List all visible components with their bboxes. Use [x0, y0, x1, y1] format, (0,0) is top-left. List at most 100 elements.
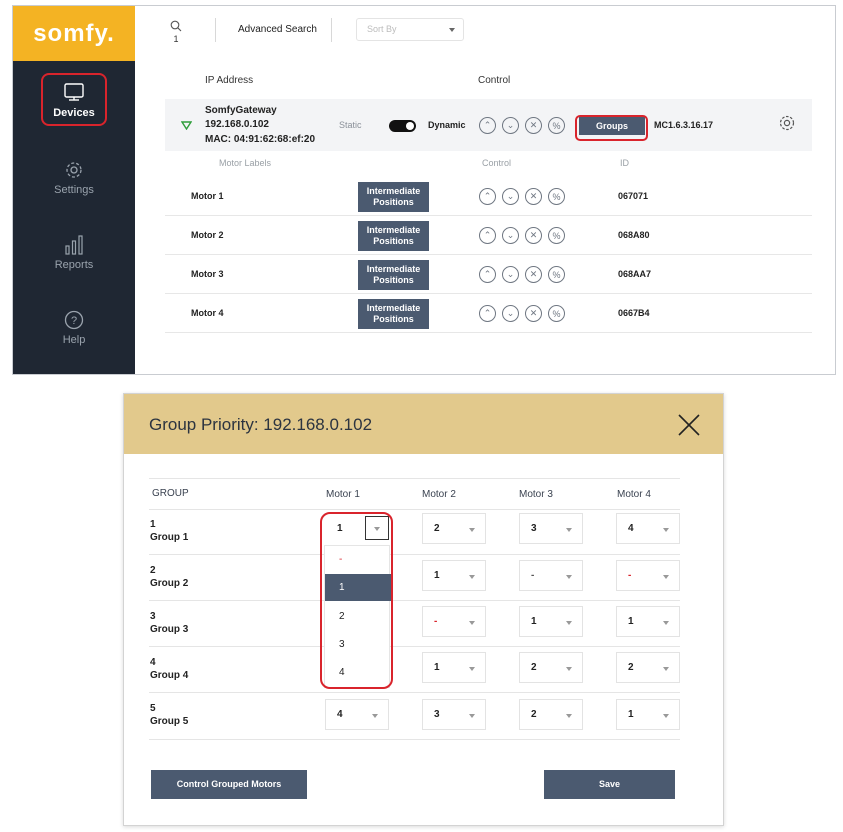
priority-select[interactable]: - [422, 606, 486, 637]
divider [149, 600, 680, 601]
expand-triangle-icon[interactable] [181, 121, 192, 130]
down-button[interactable]: ⌄ [502, 227, 519, 244]
select-value: - [434, 616, 438, 627]
group-column-header: GROUP [152, 488, 189, 499]
intermediate-positions-button[interactable]: Intermediate Positions [358, 221, 429, 251]
button-label: Intermediate [366, 264, 421, 274]
button-label: Positions [373, 236, 414, 246]
save-button[interactable]: Save [544, 770, 675, 799]
divider [149, 554, 680, 555]
close-icon[interactable] [677, 413, 701, 437]
stop-button[interactable]: ✕ [525, 305, 542, 322]
motor-column-header: Motor 2 [422, 489, 456, 500]
close-icon: ✕ [529, 191, 538, 201]
stop-button[interactable]: ✕ [525, 188, 542, 205]
percent-icon: % [552, 308, 561, 319]
chevron-down-icon [566, 667, 572, 671]
percent-button[interactable]: % [548, 227, 565, 244]
stop-button[interactable]: ✕ [525, 227, 542, 244]
static-label: Static [339, 120, 362, 130]
search-button[interactable]: 1 [169, 20, 183, 44]
motor-row: Motor 4 Intermediate Positions ⌃ ⌄ ✕ % 06… [165, 294, 812, 333]
percent-icon: % [552, 120, 561, 131]
priority-select[interactable]: 1 [616, 699, 680, 730]
select-value: 2 [434, 523, 440, 534]
sidebar-item-help[interactable]: ? Help [13, 310, 135, 346]
control-grouped-motors-button[interactable]: Control Grouped Motors [151, 770, 307, 799]
percent-button[interactable]: % [548, 188, 565, 205]
up-button[interactable]: ⌃ [479, 188, 496, 205]
sidebar-item-reports[interactable]: Reports [13, 235, 135, 271]
gateway-name: SomfyGateway [205, 105, 277, 116]
intermediate-positions-button[interactable]: Intermediate Positions [358, 299, 429, 329]
divider [331, 18, 332, 42]
group-number: 5 [150, 703, 156, 714]
group-number: 2 [150, 565, 156, 576]
priority-select[interactable]: 2 [519, 652, 583, 683]
chevron-down-icon [566, 528, 572, 532]
priority-select[interactable]: - [616, 560, 680, 591]
up-button[interactable]: ⌃ [479, 305, 496, 322]
percent-button[interactable]: % [548, 266, 565, 283]
motor-row: Motor 2 Intermediate Positions ⌃ ⌄ ✕ % 06… [165, 216, 812, 255]
down-button[interactable]: ⌄ [502, 117, 519, 134]
select-value: 1 [434, 570, 440, 581]
sort-by-select[interactable]: Sort By [356, 18, 464, 41]
chevron-down-icon [449, 28, 455, 32]
intermediate-positions-button[interactable]: Intermediate Positions [358, 260, 429, 290]
chevron-down-icon [469, 575, 475, 579]
priority-select[interactable]: 1 [422, 560, 486, 591]
sidebar-item-settings[interactable]: Settings [13, 160, 135, 196]
close-icon: ✕ [529, 269, 538, 279]
up-button[interactable]: ⌃ [479, 117, 496, 134]
priority-select[interactable]: 4 [616, 513, 680, 544]
sub-header-control: Control [482, 158, 512, 168]
button-label: Intermediate [366, 303, 421, 313]
stop-button[interactable]: ✕ [525, 117, 542, 134]
toggle-knob [406, 122, 414, 130]
select-value: 1 [628, 616, 634, 627]
gateway-ip: 192.168.0.102 [205, 119, 269, 130]
firmware-version: MC1.6.3.16.17 [654, 120, 714, 130]
static-dynamic-toggle[interactable] [389, 120, 416, 132]
motor-column-header: Motor 1 [326, 489, 360, 500]
motor-controls: ⌃ ⌄ ✕ % [479, 227, 565, 244]
intermediate-positions-button[interactable]: Intermediate Positions [358, 182, 429, 212]
close-icon: ✕ [529, 308, 538, 318]
select-value: 1 [531, 616, 537, 627]
search-icon [170, 20, 182, 32]
sidebar-item-label: Settings [54, 184, 94, 196]
motor-controls: ⌃ ⌄ ✕ % [479, 305, 565, 322]
priority-select[interactable]: 3 [422, 699, 486, 730]
down-button[interactable]: ⌄ [502, 188, 519, 205]
chevron-down-icon: ⌄ [506, 230, 515, 240]
up-button[interactable]: ⌃ [479, 266, 496, 283]
stop-button[interactable]: ✕ [525, 266, 542, 283]
priority-select[interactable]: 2 [519, 699, 583, 730]
chevron-up-icon: ⌃ [483, 230, 492, 240]
priority-select[interactable]: 4 [325, 699, 389, 730]
gear-icon[interactable] [778, 114, 796, 132]
advanced-search-link[interactable]: Advanced Search [238, 24, 317, 35]
up-button[interactable]: ⌃ [479, 227, 496, 244]
percent-button[interactable]: % [548, 117, 565, 134]
priority-select[interactable]: 3 [519, 513, 583, 544]
chevron-down-icon [469, 667, 475, 671]
select-value: - [531, 570, 535, 581]
motor-name: Motor 3 [191, 269, 224, 279]
priority-select[interactable]: 1 [422, 652, 486, 683]
priority-select[interactable]: 1 [616, 606, 680, 637]
gateway-mac: MAC: 04:91:62:68:ef:20 [205, 134, 316, 145]
priority-select[interactable]: 2 [616, 652, 680, 683]
group-priority-modal: Group Priority: 192.168.0.102 GROUP Moto… [123, 393, 724, 826]
chevron-down-icon: ⌄ [506, 308, 515, 318]
percent-button[interactable]: % [548, 305, 565, 322]
motor-name: Motor 2 [191, 230, 224, 240]
chevron-down-icon [469, 714, 475, 718]
sort-by-placeholder: Sort By [367, 24, 397, 34]
priority-select[interactable]: - [519, 560, 583, 591]
down-button[interactable]: ⌄ [502, 305, 519, 322]
priority-select[interactable]: 1 [519, 606, 583, 637]
priority-select[interactable]: 2 [422, 513, 486, 544]
down-button[interactable]: ⌄ [502, 266, 519, 283]
